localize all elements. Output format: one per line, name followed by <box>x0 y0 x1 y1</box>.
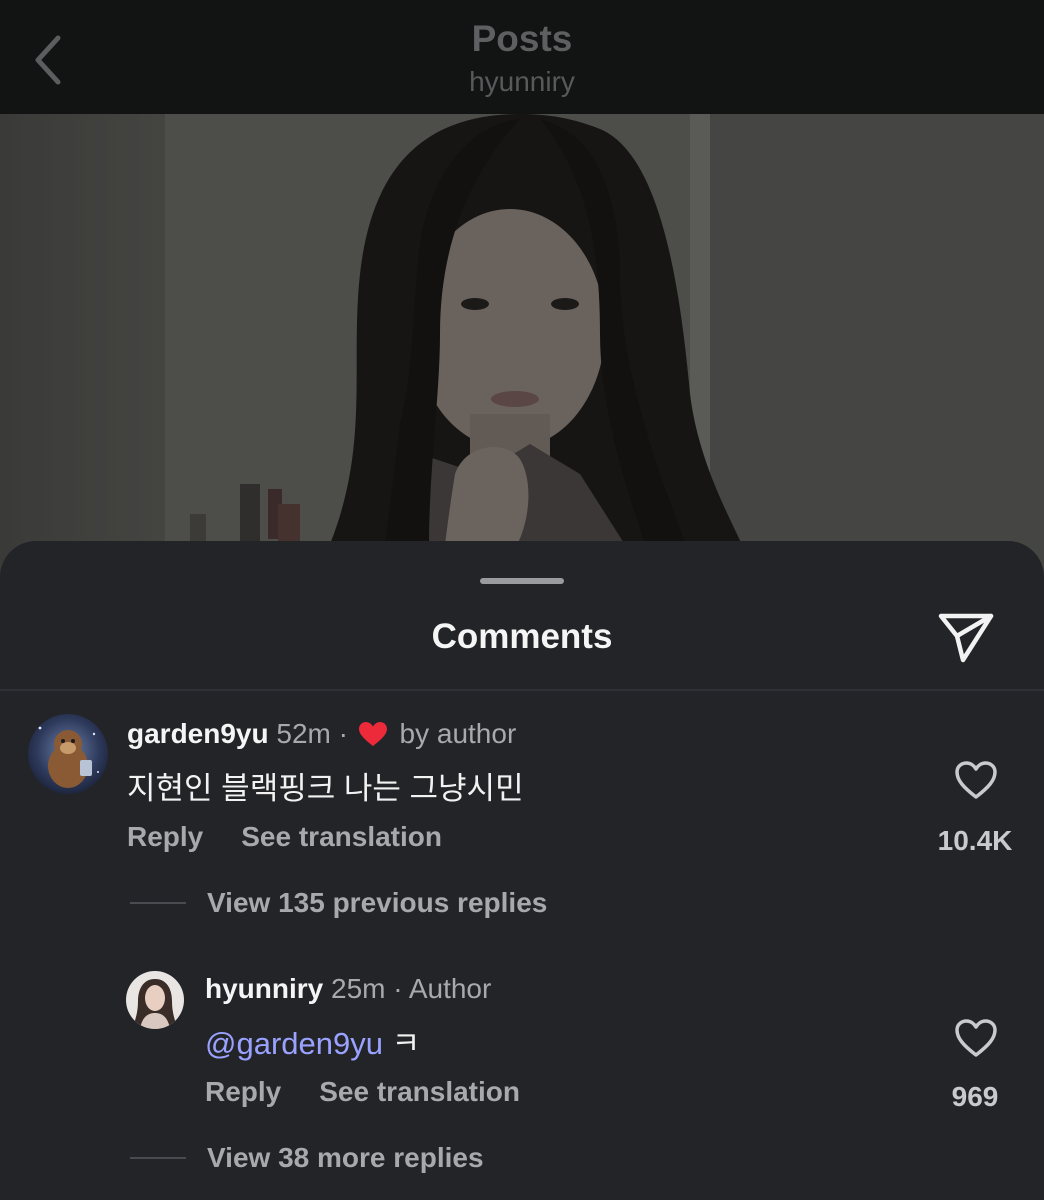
comment-actions: Reply See translation <box>205 1076 558 1108</box>
comment-username[interactable]: hyunniry <box>205 973 323 1004</box>
like-count: 10.4K <box>937 825 1013 856</box>
avatar[interactable] <box>28 714 108 794</box>
page-title: Posts <box>471 18 573 59</box>
liked-by-author-label: by author <box>399 718 517 749</box>
comment-meta: hyunniry 25m · Author <box>205 973 491 1005</box>
avatar[interactable] <box>126 971 184 1029</box>
see-translation-button[interactable]: See translation <box>319 1076 520 1107</box>
heart-outline-icon <box>955 761 997 799</box>
author-badge: Author <box>408 973 492 1004</box>
view-more-replies-button[interactable]: View 38 more replies <box>207 1142 484 1174</box>
comment-text: 지현인 블랙핑크 나는 그냥시민 <box>127 771 524 806</box>
posts-header: Posts hyunniry <box>0 0 1044 114</box>
heart-filled-icon <box>358 722 387 746</box>
sheet-divider <box>0 689 1044 691</box>
meta-separator: · <box>393 973 403 1004</box>
sheet-drag-handle[interactable] <box>480 578 564 584</box>
comment-username[interactable]: garden9yu <box>127 718 269 749</box>
avatar-image <box>28 714 108 794</box>
avatar-image <box>126 971 184 1029</box>
comment-actions: Reply See translation <box>127 821 480 853</box>
see-translation-button[interactable]: See translation <box>241 821 442 852</box>
meta-separator: · <box>338 718 348 749</box>
like-button[interactable] <box>951 1015 1001 1061</box>
comment-meta: garden9yu 52m · by author <box>127 718 516 750</box>
like-count: 969 <box>951 1081 999 1112</box>
like-button[interactable] <box>951 757 1001 803</box>
view-previous-replies-button[interactable]: View 135 previous replies <box>207 887 547 919</box>
post-photo-illustration <box>165 114 1044 584</box>
share-button[interactable] <box>934 607 998 667</box>
page-subtitle-username[interactable]: hyunniry <box>0 66 1044 98</box>
mention-link[interactable]: @garden9yu <box>205 1026 383 1061</box>
comment-time: 25m <box>331 973 386 1004</box>
thread-line <box>130 1157 186 1159</box>
share-send-icon <box>938 613 994 663</box>
post-photo[interactable] <box>0 114 1044 584</box>
comments-title: Comments <box>431 617 613 656</box>
heart-outline-icon <box>955 1019 997 1057</box>
comments-sheet: Comments garden9yu 52m · by author 지현인 블… <box>0 541 1044 1200</box>
thread-line <box>130 902 186 904</box>
reply-button[interactable]: Reply <box>205 1076 281 1107</box>
comment-time: 52m <box>276 718 331 749</box>
comment-text-content: ㅋ <box>391 1026 421 1061</box>
reply-button[interactable]: Reply <box>127 821 203 852</box>
comment-text: @garden9yu ㅋ <box>205 1018 420 1063</box>
post-comments-screen: Posts hyunniry Comments garden9yu 52m · … <box>0 0 1044 1200</box>
